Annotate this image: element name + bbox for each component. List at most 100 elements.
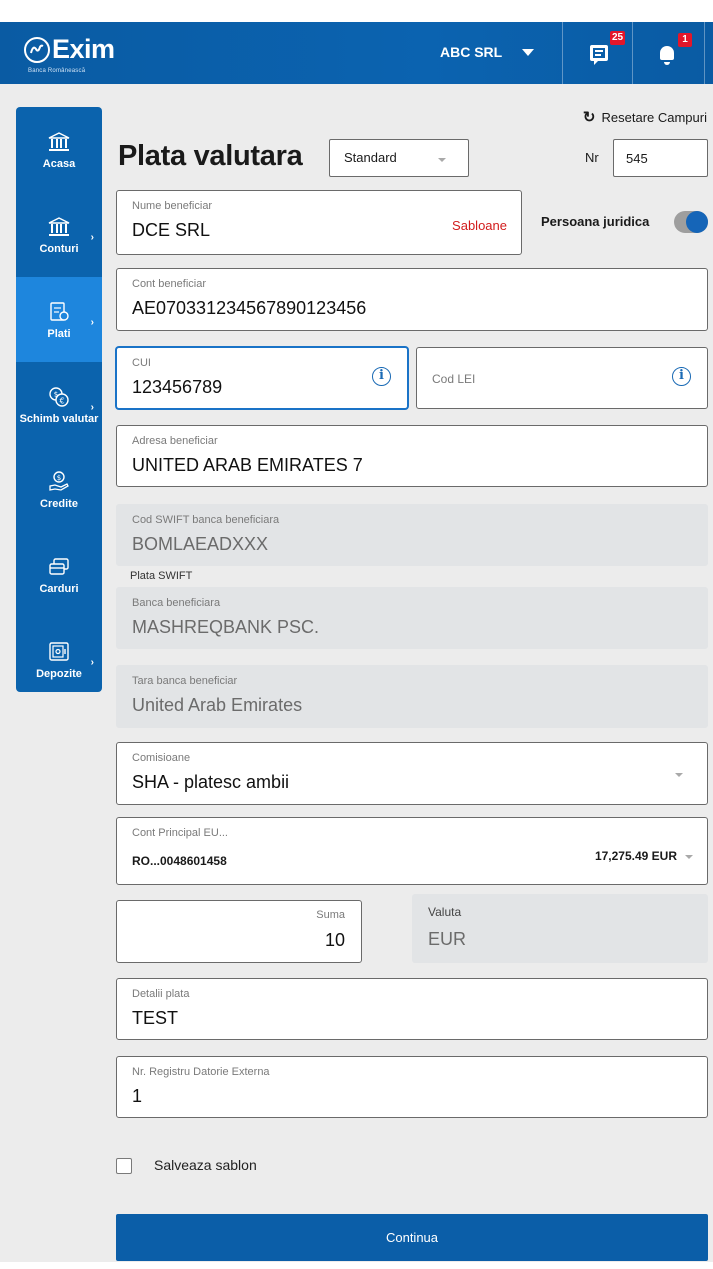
- source-account-number: RO...0048601458: [132, 854, 227, 868]
- exim-logo-icon: [24, 36, 50, 63]
- sidebar-item-depozite[interactable]: Depozite ›: [16, 617, 102, 692]
- source-account-balance: 17,275.49 EUR: [594, 849, 677, 863]
- cards-icon: [49, 557, 69, 575]
- sidebar-item-label: Depozite: [36, 667, 82, 680]
- field-value: 10: [324, 930, 345, 950]
- bell-icon: [660, 46, 674, 65]
- currency-exchange-icon: €$: [49, 386, 69, 407]
- chevron-right-icon: ›: [90, 232, 94, 243]
- sidebar-item-acasa[interactable]: Acasa: [16, 107, 102, 192]
- field-value: EUR: [428, 929, 467, 949]
- company-switcher[interactable]: ABC SRL: [440, 44, 535, 60]
- notifications-button[interactable]: 1: [640, 22, 694, 84]
- sidebar-navigation: Acasa Conturi › Plati › € $ Schimb valuta…: [16, 107, 102, 692]
- swift-code-field: Cod SWIFT banca beneficiara BOMLAEADXXX: [116, 504, 708, 566]
- chevron-right-icon: ›: [90, 402, 94, 413]
- chevron-down-icon: [522, 48, 535, 56]
- field-label: Comisioane: [132, 752, 191, 764]
- field-label: Tara banca beneficiar: [132, 675, 238, 687]
- payment-type-select[interactable]: Standard: [329, 139, 469, 177]
- messages-count-badge: 25: [610, 31, 626, 45]
- field-label: Cont beneficiar: [132, 278, 206, 290]
- lei-code-field[interactable]: Cod LEI i: [416, 347, 708, 409]
- cui-field[interactable]: CUI 123456789 i: [116, 347, 408, 409]
- sidebar-item-label: Plati: [47, 327, 71, 340]
- field-label: Detalii plata: [132, 988, 190, 1000]
- field-value: BOMLAEADXXX: [132, 534, 269, 554]
- field-value: AE070331234567890123456: [132, 298, 367, 318]
- external-debt-registry-field[interactable]: Nr. Registru Datorie Externa 1: [116, 1056, 708, 1118]
- field-value: SHA - platesc ambii: [132, 772, 290, 792]
- header-divider: [632, 22, 633, 84]
- field-label: Cont Principal EU...: [132, 827, 228, 839]
- sidebar-item-label: Acasa: [42, 157, 76, 170]
- field-label: Banca beneficiara: [132, 597, 221, 609]
- info-icon[interactable]: i: [372, 367, 391, 386]
- messages-button[interactable]: 25: [572, 22, 626, 84]
- status-bar-space: [0, 0, 713, 22]
- sidebar-item-carduri[interactable]: Carduri: [16, 532, 102, 617]
- sidebar-item-credite[interactable]: $ Credite: [16, 447, 102, 532]
- sidebar-item-schimb-valutar[interactable]: € $ Schimb valutar ›: [16, 362, 102, 447]
- header-divider: [562, 22, 563, 84]
- bank-icon: [48, 216, 70, 236]
- field-value: 1: [132, 1086, 143, 1106]
- notifications-count-badge: 1: [678, 33, 692, 47]
- legal-entity-label: Persoana juridica: [541, 214, 650, 229]
- page-title: Plata valutara: [118, 140, 303, 172]
- currency-field: Valuta EUR: [412, 894, 708, 963]
- refresh-icon: ↻: [582, 109, 596, 126]
- chevron-down-icon: [685, 855, 693, 859]
- payment-details-field[interactable]: Detalii plata TEST: [116, 978, 708, 1040]
- field-label: Valuta: [428, 905, 462, 919]
- beneficiary-address-field[interactable]: Adresa beneficiar UNITED ARAB EMIRATES 7: [116, 425, 708, 487]
- source-account-select[interactable]: Cont Principal EU... RO...0048601458 17,…: [116, 817, 708, 885]
- sidebar-item-label: Conturi: [39, 242, 79, 255]
- sidebar-item-label: Carduri: [39, 582, 79, 595]
- field-label: Nr. Registru Datorie Externa: [132, 1066, 270, 1078]
- field-label: Suma: [316, 909, 345, 921]
- field-label: Cod SWIFT banca beneficiara: [132, 514, 280, 526]
- payment-type-value: Standard: [344, 150, 397, 165]
- legal-entity-toggle[interactable]: [674, 211, 708, 233]
- payment-icon: [50, 301, 69, 321]
- bank-country-field: Tara banca beneficiar United Arab Emirat…: [116, 665, 708, 728]
- sidebar-item-conturi[interactable]: Conturi ›: [16, 192, 102, 277]
- field-value: MASHREQBANK PSC.: [132, 617, 320, 637]
- save-template-label[interactable]: Salveaza sablon: [154, 1157, 257, 1173]
- top-navigation-bar: Exim Banca Românească ABC SRL 25 1: [0, 22, 713, 84]
- toggle-knob: [686, 211, 708, 233]
- save-template-checkbox[interactable]: [116, 1158, 132, 1174]
- fees-select[interactable]: Comisioane SHA - platesc ambii: [116, 742, 708, 805]
- chevron-right-icon: ›: [90, 657, 94, 668]
- sidebar-item-plati[interactable]: Plati ›: [16, 277, 102, 362]
- nr-input[interactable]: 545: [613, 139, 708, 177]
- field-label: Adresa beneficiar: [132, 435, 218, 447]
- svg-text:$: $: [54, 390, 58, 398]
- reset-fields-label: Resetare Campuri: [601, 109, 708, 125]
- field-label: Cod LEI: [432, 372, 476, 386]
- bank-logo[interactable]: Exim: [24, 34, 115, 65]
- field-value: 123456789: [132, 377, 223, 397]
- svg-text:$: $: [57, 474, 61, 482]
- field-value: United Arab Emirates: [132, 695, 303, 715]
- templates-link[interactable]: Sabloane: [452, 218, 507, 233]
- beneficiary-account-field[interactable]: Cont beneficiar AE070331234567890123456: [116, 268, 708, 331]
- chevron-right-icon: ›: [90, 317, 94, 328]
- continue-button[interactable]: Continua: [116, 1214, 708, 1261]
- chat-message-icon: [590, 45, 608, 65]
- field-value: UNITED ARAB EMIRATES 7: [132, 455, 363, 475]
- credit-icon: $: [49, 470, 69, 491]
- field-label: Nume beneficiar: [132, 200, 213, 212]
- amount-field[interactable]: Suma 10: [116, 900, 362, 963]
- swift-payment-note: Plata SWIFT: [130, 570, 193, 582]
- sidebar-item-label: Schimb valutar: [19, 412, 99, 425]
- reset-fields-button[interactable]: ↻ Resetare Campuri: [583, 108, 707, 126]
- field-value: DCE SRL: [132, 220, 211, 240]
- brand-name: Exim: [52, 34, 115, 64]
- info-icon[interactable]: i: [672, 367, 691, 386]
- beneficiary-name-field[interactable]: Nume beneficiar DCE SRL Sabloane: [116, 190, 522, 255]
- brand-subtitle: Banca Românească: [28, 68, 86, 74]
- sidebar-item-label: Credite: [40, 497, 78, 510]
- chevron-down-icon: [675, 773, 683, 777]
